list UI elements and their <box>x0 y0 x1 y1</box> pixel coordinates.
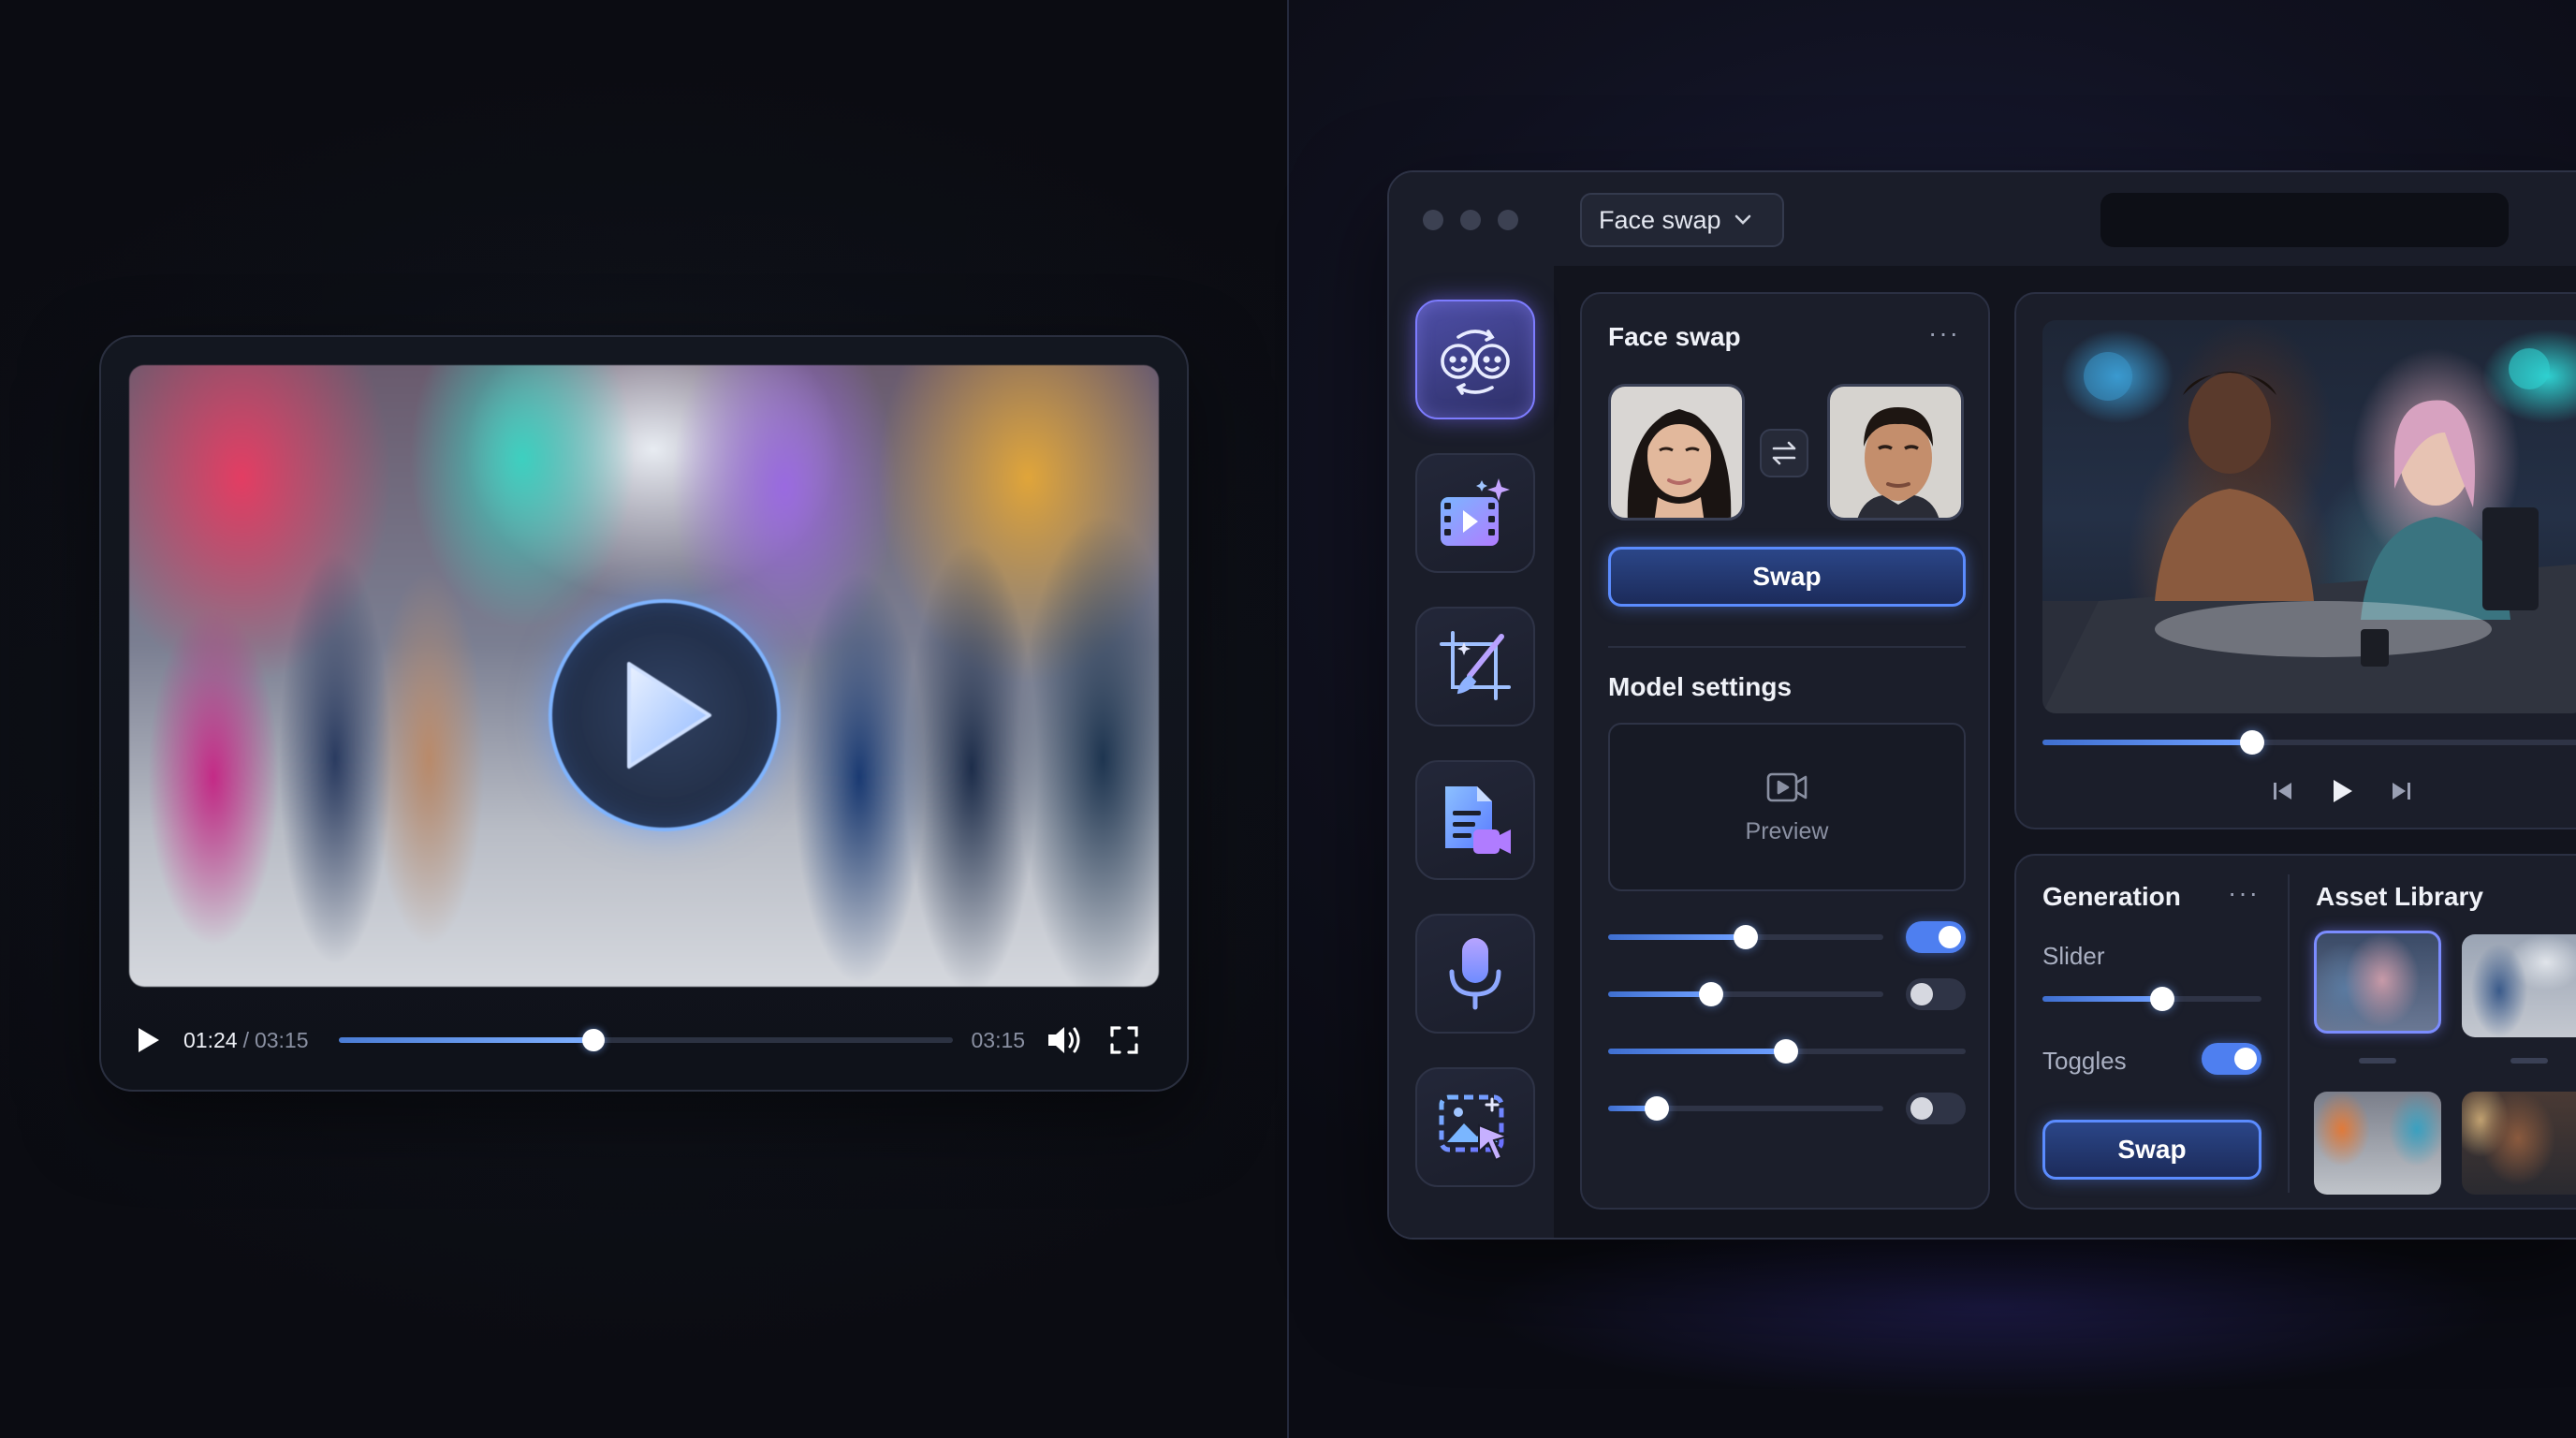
slider-handle[interactable] <box>1699 982 1723 1006</box>
preview-label: Preview <box>1745 817 1829 844</box>
chevron-down-icon <box>1734 214 1750 225</box>
seek-bar-fill <box>338 1037 593 1043</box>
seek-bar[interactable] <box>338 1029 953 1051</box>
big-play-button[interactable] <box>549 599 781 831</box>
preview-video-frame[interactable] <box>2042 320 2576 713</box>
more-options-icon[interactable]: ··· <box>1928 318 1960 348</box>
title-bar: Face swap <box>1389 172 2576 266</box>
video-preview-icon <box>1766 772 1808 801</box>
slider-fill <box>2042 996 2162 1002</box>
toggle-knob <box>1910 1097 1933 1120</box>
slider-fill <box>1608 934 1746 940</box>
asset-indicator <box>2359 1058 2396 1064</box>
tool-face-swap[interactable] <box>1415 300 1535 419</box>
model-slider-4[interactable] <box>1608 1096 1883 1121</box>
mode-dropdown[interactable]: Face swap <box>1580 193 1784 247</box>
play-icon[interactable] <box>129 1021 167 1059</box>
volume-icon[interactable] <box>1046 1021 1083 1059</box>
generation-swap-button[interactable]: Swap <box>2042 1120 2261 1180</box>
preview-transport <box>2271 777 2413 805</box>
asset-thumbnail[interactable] <box>2314 931 2441 1034</box>
mode-dropdown-label: Face swap <box>1599 205 1721 234</box>
tool-image-select[interactable] <box>1415 1067 1535 1187</box>
skip-back-icon[interactable] <box>2271 779 2295 803</box>
toggle-knob <box>1910 983 1933 1005</box>
ai-video-icon <box>1441 478 1510 546</box>
slider-handle[interactable] <box>1645 1096 1669 1121</box>
model-toggle-1[interactable] <box>1906 921 1966 953</box>
slider-fill <box>2042 740 2252 745</box>
panel-divider <box>2288 874 2290 1193</box>
microphone-icon <box>1449 938 1501 1010</box>
preview-seek-bar[interactable] <box>2042 730 2576 755</box>
tool-sidebar <box>1389 266 1554 1238</box>
slider-handle[interactable] <box>1774 1039 1798 1064</box>
generation-panel: Generation ··· Slider Toggles Swap Asset… <box>2014 854 2576 1210</box>
time-separator: / <box>242 1027 249 1052</box>
slider-label: Slider <box>2042 942 2105 970</box>
slider-fill <box>1608 991 1711 997</box>
face-swap-panel: Face swap ··· Swap Model settings Previe… <box>1580 292 1990 1210</box>
model-toggle-2[interactable] <box>1906 978 1966 1010</box>
slider-fill <box>1608 1049 1786 1054</box>
player-controls: 01:24 / 03:15 03:15 <box>129 1015 1159 1065</box>
model-settings-title: Model settings <box>1608 672 1793 701</box>
source-face-image[interactable] <box>1608 384 1745 521</box>
generation-title: Generation <box>2042 882 2181 911</box>
swap-button[interactable]: Swap <box>1608 547 1966 607</box>
play-icon[interactable] <box>2329 777 2355 805</box>
toggles-label: Toggles <box>2042 1047 2127 1075</box>
more-options-icon[interactable]: ··· <box>2228 878 2260 908</box>
tool-script-to-video[interactable] <box>1415 760 1535 880</box>
slider-handle[interactable] <box>2150 987 2174 1011</box>
window-dot[interactable] <box>1460 210 1481 230</box>
video-preview-panel <box>2014 292 2576 829</box>
asset-library-title: Asset Library <box>2316 882 2483 911</box>
end-time: 03:15 <box>971 1027 1026 1052</box>
preview-area[interactable]: Preview <box>1608 723 1966 891</box>
tool-crop-edit[interactable] <box>1415 607 1535 726</box>
model-slider-3[interactable] <box>1608 1039 1966 1064</box>
toggle-knob <box>1939 926 1961 948</box>
tool-voice[interactable] <box>1415 914 1535 1034</box>
skip-forward-icon[interactable] <box>2389 779 2413 803</box>
asset-thumbnail[interactable] <box>2462 1092 2576 1195</box>
video-frame[interactable] <box>129 365 1159 987</box>
asset-indicator <box>2510 1058 2548 1064</box>
face-swap-title: Face swap <box>1608 322 1741 351</box>
total-time: 03:15 <box>254 1027 309 1052</box>
app-window: Face swap Face swap ··· Swap Model setti… <box>1387 170 2576 1240</box>
slider-handle[interactable] <box>2240 730 2264 755</box>
window-dot[interactable] <box>1423 210 1443 230</box>
model-toggle-4[interactable] <box>1906 1093 1966 1124</box>
crop-edit-icon <box>1440 631 1511 700</box>
asset-thumbnail[interactable] <box>2462 934 2576 1037</box>
fullscreen-icon[interactable] <box>1105 1021 1143 1059</box>
divider <box>1287 0 1289 1438</box>
target-face-image[interactable] <box>1827 384 1964 521</box>
model-slider-1[interactable] <box>1608 925 1883 949</box>
play-icon <box>627 662 711 769</box>
generation-toggle[interactable] <box>2202 1043 2261 1075</box>
search-bar[interactable] <box>2100 193 2509 247</box>
window-dot[interactable] <box>1498 210 1518 230</box>
slider-handle[interactable] <box>1734 925 1758 949</box>
current-time: 01:24 <box>183 1027 238 1052</box>
image-select-icon <box>1439 1094 1511 1162</box>
video-player: 01:24 / 03:15 03:15 <box>99 335 1189 1092</box>
toggle-knob <box>2234 1048 2257 1070</box>
section-divider <box>1608 646 1966 648</box>
script-to-video-icon <box>1445 786 1511 854</box>
generation-slider[interactable] <box>2042 987 2261 1011</box>
swap-direction-icon[interactable] <box>1760 429 1808 477</box>
face-swap-icon <box>1441 330 1510 395</box>
seek-handle[interactable] <box>581 1029 605 1051</box>
tool-ai-video[interactable] <box>1415 453 1535 573</box>
asset-thumbnail[interactable] <box>2314 1092 2441 1195</box>
model-slider-2[interactable] <box>1608 982 1883 1006</box>
